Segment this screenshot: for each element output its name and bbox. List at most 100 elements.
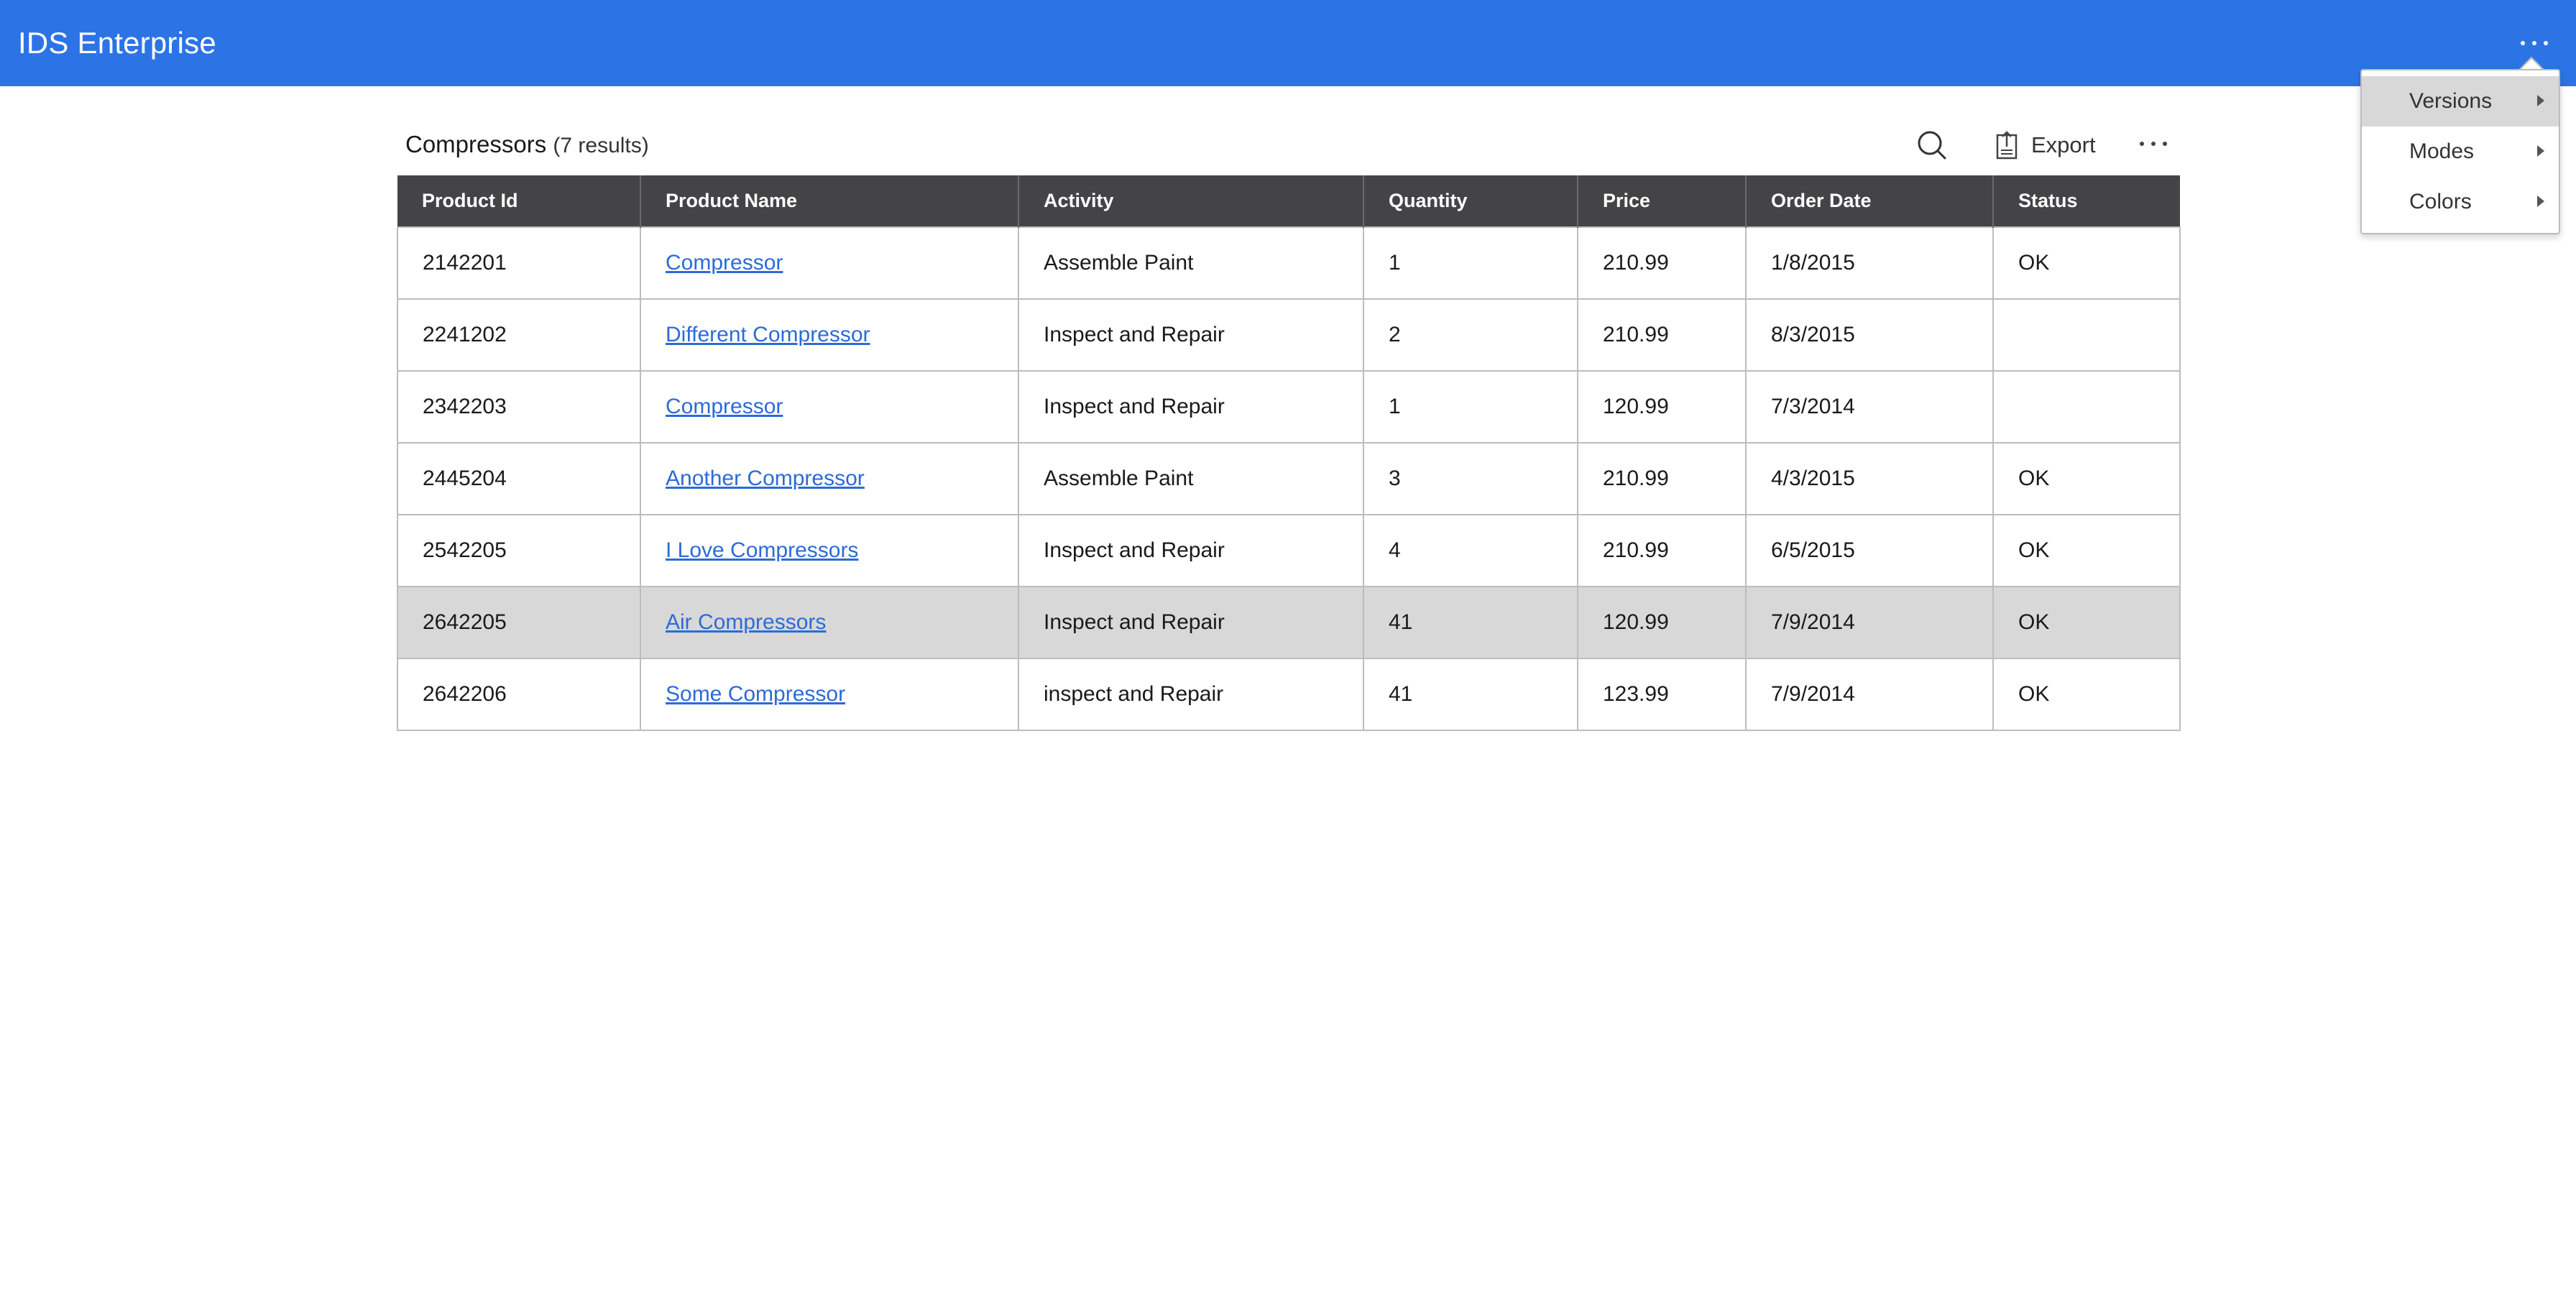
table-row[interactable]: 2542205 I Love Compressors Inspect and R… (397, 514, 2181, 587)
cell-product-name: Compressor (640, 370, 1019, 444)
table-row[interactable]: 2642206 Some Compressor inspect and Repa… (397, 658, 2181, 731)
popup-menu: Versions Modes Colors (2360, 69, 2560, 234)
table-row[interactable]: 2241202 Different Compressor Inspect and… (397, 298, 2181, 372)
cell-price: 210.99 (1577, 514, 1747, 587)
column-header-activity[interactable]: Activity (1018, 175, 1364, 227)
menu-item-versions[interactable]: Versions (2362, 76, 2559, 127)
column-header-order-date[interactable]: Order Date (1746, 175, 1994, 227)
cell-status (1992, 298, 2181, 372)
menu-item-label: Colors (2409, 190, 2472, 213)
more-horizontal-icon (2140, 142, 2144, 146)
menu-item-modes[interactable]: Modes (2362, 127, 2559, 177)
cell-quantity: 4 (1363, 514, 1578, 587)
cell-status: OK (1992, 226, 2181, 300)
header-more-button[interactable] (2513, 29, 2556, 58)
cell-order-date: 7/9/2014 (1745, 658, 1994, 731)
cell-product-name: Some Compressor (640, 658, 1019, 731)
table-row[interactable]: 2142201 Compressor Assemble Paint 1 210.… (397, 226, 2181, 300)
cell-activity: Assemble Paint (1018, 442, 1364, 515)
cell-activity: Inspect and Repair (1018, 370, 1364, 444)
more-dot (2151, 142, 2156, 146)
cell-status (1992, 370, 2181, 444)
cell-activity: Assemble Paint (1018, 226, 1364, 300)
cell-product-id: 2445204 (397, 442, 641, 515)
cell-quantity: 1 (1363, 370, 1578, 444)
cell-price: 123.99 (1577, 658, 1747, 731)
cell-activity: Inspect and Repair (1018, 514, 1364, 587)
table-row-selected[interactable]: 2642205 Air Compressors Inspect and Repa… (397, 586, 2181, 659)
cell-activity: inspect and Repair (1018, 658, 1364, 731)
product-name-link[interactable]: Some Compressor (666, 682, 845, 706)
submenu-arrow-icon (2537, 145, 2544, 157)
cell-quantity: 41 (1363, 658, 1578, 731)
cell-order-date: 8/3/2015 (1745, 298, 1994, 372)
cell-status: OK (1992, 442, 2181, 515)
data-grid: Product Id Product Name Activity Quantit… (397, 175, 2181, 731)
column-header-price[interactable]: Price (1578, 175, 1747, 227)
cell-product-name: Air Compressors (640, 586, 1019, 659)
result-count: (7 results) (553, 134, 649, 157)
cell-order-date: 4/3/2015 (1745, 442, 1994, 515)
table-row[interactable]: 2342203 Compressor Inspect and Repair 1 … (397, 370, 2181, 444)
cell-activity: Inspect and Repair (1018, 298, 1364, 372)
submenu-arrow-icon (2537, 196, 2544, 207)
product-name-link[interactable]: Compressor (666, 251, 783, 275)
cell-order-date: 7/9/2014 (1745, 586, 1994, 659)
grid-title-text: Compressors (405, 131, 547, 157)
submenu-arrow-icon (2537, 95, 2544, 106)
cell-activity: Inspect and Repair (1018, 586, 1364, 659)
more-dot (2544, 41, 2548, 45)
cell-status: OK (1992, 514, 2181, 587)
cell-order-date: 1/8/2015 (1745, 226, 1994, 300)
cell-status: OK (1992, 586, 2181, 659)
cell-product-name: I Love Compressors (640, 514, 1019, 587)
export-button[interactable]: Export (1995, 128, 2096, 162)
product-name-link[interactable]: Compressor (666, 395, 783, 418)
cell-product-id: 2142201 (397, 226, 641, 300)
table-row[interactable]: 2445204 Another Compressor Assemble Pain… (397, 442, 2181, 515)
app-header: IDS Enterprise (0, 0, 2576, 86)
cell-status: OK (1992, 658, 2181, 731)
more-horizontal-icon (2521, 41, 2525, 45)
toolbar-more-button[interactable] (2132, 129, 2175, 158)
cell-product-id: 2241202 (397, 298, 641, 372)
cell-order-date: 7/3/2014 (1745, 370, 1994, 444)
cell-quantity: 1 (1363, 226, 1578, 300)
export-label: Export (2031, 132, 2096, 157)
column-header-quantity[interactable]: Quantity (1363, 175, 1578, 227)
cell-product-id: 2642206 (397, 658, 641, 731)
product-name-link[interactable]: Air Compressors (666, 610, 826, 634)
cell-price: 210.99 (1577, 298, 1747, 372)
app-title: IDS Enterprise (18, 26, 216, 60)
menu-item-label: Versions (2409, 89, 2493, 113)
cell-price: 210.99 (1577, 442, 1747, 515)
cell-product-name: Different Compressor (640, 298, 1019, 372)
more-dot (2163, 142, 2167, 146)
cell-price: 210.99 (1577, 226, 1747, 300)
grid-title: Compressors (7 results) (405, 131, 649, 158)
column-header-product-id[interactable]: Product Id (397, 175, 641, 227)
product-name-link[interactable]: Different Compressor (666, 323, 870, 346)
cell-product-id: 2342203 (397, 370, 641, 444)
cell-product-id: 2542205 (397, 514, 641, 587)
cell-price: 120.99 (1577, 586, 1747, 659)
menu-item-colors[interactable]: Colors (2362, 177, 2559, 227)
search-icon (1918, 131, 1946, 160)
cell-quantity: 2 (1363, 298, 1578, 372)
cell-product-name: Another Compressor (640, 442, 1019, 515)
search-button[interactable] (1915, 128, 1951, 162)
cell-price: 120.99 (1577, 370, 1747, 444)
column-header-product-name[interactable]: Product Name (640, 175, 1019, 227)
product-name-link[interactable]: I Love Compressors (666, 538, 858, 562)
grid-header-row: Product Id Product Name Activity Quantit… (397, 175, 2180, 227)
cell-quantity: 3 (1363, 442, 1578, 515)
cell-product-id: 2642205 (397, 586, 641, 659)
cell-order-date: 6/5/2015 (1745, 514, 1994, 587)
export-icon (1996, 131, 2018, 160)
column-header-status[interactable]: Status (1993, 175, 2180, 227)
menu-item-label: Modes (2409, 139, 2475, 163)
product-name-link[interactable]: Another Compressor (666, 467, 865, 490)
more-dot (2532, 41, 2536, 45)
cell-product-name: Compressor (640, 226, 1019, 300)
cell-quantity: 41 (1363, 586, 1578, 659)
